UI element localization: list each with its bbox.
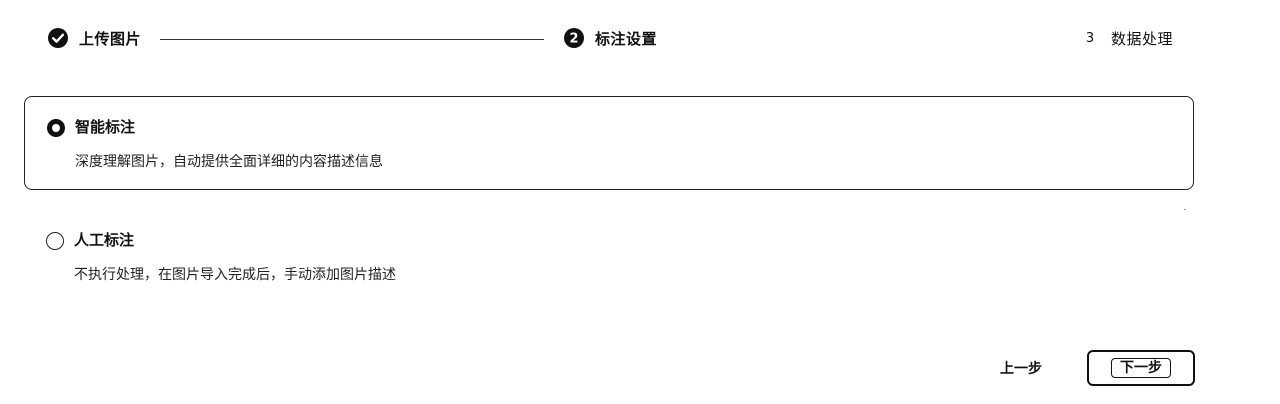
step-number: 3 bbox=[1085, 30, 1095, 46]
radio-unselected-icon[interactable] bbox=[46, 232, 64, 250]
radio-selected-icon[interactable] bbox=[47, 119, 65, 137]
step-connector bbox=[160, 39, 544, 40]
step-label: 数据处理 bbox=[1111, 29, 1174, 48]
next-step-button[interactable]: 下一步 bbox=[1087, 350, 1195, 386]
next-step-label: 下一步 bbox=[1111, 358, 1171, 378]
option-title: 人工标注 bbox=[74, 231, 135, 249]
annotation-settings-page: 上传图片 2 标注设置 3 数据处理 智能标注 深度理解图片，自动提供全面详细的… bbox=[0, 0, 1280, 404]
stepper: 上传图片 2 标注设置 3 数据处理 bbox=[0, 0, 1280, 80]
option-description: 深度理解图片，自动提供全面详细的内容描述信息 bbox=[75, 154, 383, 170]
step-annotation-settings[interactable]: 2 标注设置 bbox=[563, 26, 657, 50]
step-label: 上传图片 bbox=[79, 29, 142, 48]
check-circle-icon bbox=[47, 27, 69, 49]
option-smart-annotation[interactable]: 智能标注 深度理解图片，自动提供全面详细的内容描述信息 bbox=[24, 96, 1194, 190]
previous-step-button[interactable]: 上一步 bbox=[984, 352, 1058, 384]
option-manual-annotation[interactable]: 人工标注 不执行处理，在图片导入完成后，手动添加图片描述 bbox=[24, 210, 1194, 304]
option-description: 不执行处理，在图片导入完成后，手动添加图片描述 bbox=[74, 267, 396, 283]
step-data-processing[interactable]: 3 数据处理 bbox=[1085, 26, 1173, 50]
step-label: 标注设置 bbox=[595, 29, 658, 48]
step-number: 2 bbox=[569, 32, 578, 47]
numbered-circle-icon: 2 bbox=[563, 27, 585, 49]
step-upload-images[interactable]: 上传图片 bbox=[47, 26, 141, 50]
option-title: 智能标注 bbox=[75, 118, 136, 136]
